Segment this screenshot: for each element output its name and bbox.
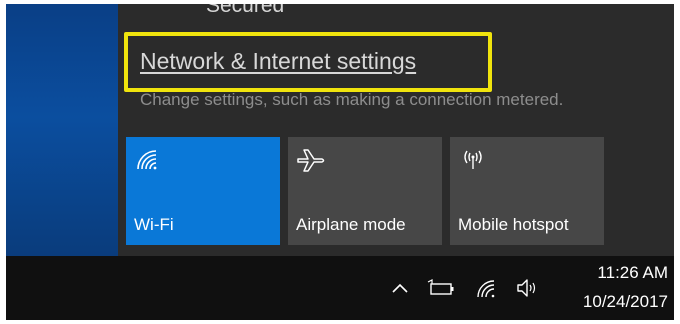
- airplane-icon: [296, 147, 326, 173]
- airplane-mode-tile-label: Airplane mode: [296, 215, 406, 234]
- connection-status: Secured: [206, 4, 285, 17]
- wifi-tile[interactable]: Wi-Fi: [126, 137, 280, 245]
- mobile-hotspot-tile[interactable]: Mobile hotspot: [450, 137, 604, 245]
- network-flyout: Secured Network & Internet settings Chan…: [118, 4, 674, 256]
- clock[interactable]: 11:26 AM 10/24/2017: [583, 262, 668, 314]
- chevron-up-icon[interactable]: [390, 276, 410, 300]
- wifi-tile-label: Wi-Fi: [134, 215, 174, 234]
- clock-time: 11:26 AM: [597, 263, 668, 282]
- hotspot-icon: [458, 147, 488, 173]
- taskbar: 11:26 AM 10/24/2017: [6, 256, 674, 320]
- airplane-mode-tile[interactable]: Airplane mode: [288, 137, 442, 245]
- network-settings-link[interactable]: Network & Internet settings: [140, 48, 416, 75]
- mobile-hotspot-tile-label: Mobile hotspot: [458, 215, 569, 234]
- clock-date: 10/24/2017: [582, 292, 668, 311]
- wifi-icon: [134, 147, 164, 173]
- wifi-icon[interactable]: [474, 276, 502, 300]
- network-settings-description: Change settings, such as making a connec…: [140, 90, 564, 109]
- screen: Secured Network & Internet settings Chan…: [6, 4, 674, 320]
- volume-icon[interactable]: [514, 276, 542, 300]
- desktop-background: [6, 4, 118, 256]
- battery-icon[interactable]: [426, 276, 456, 300]
